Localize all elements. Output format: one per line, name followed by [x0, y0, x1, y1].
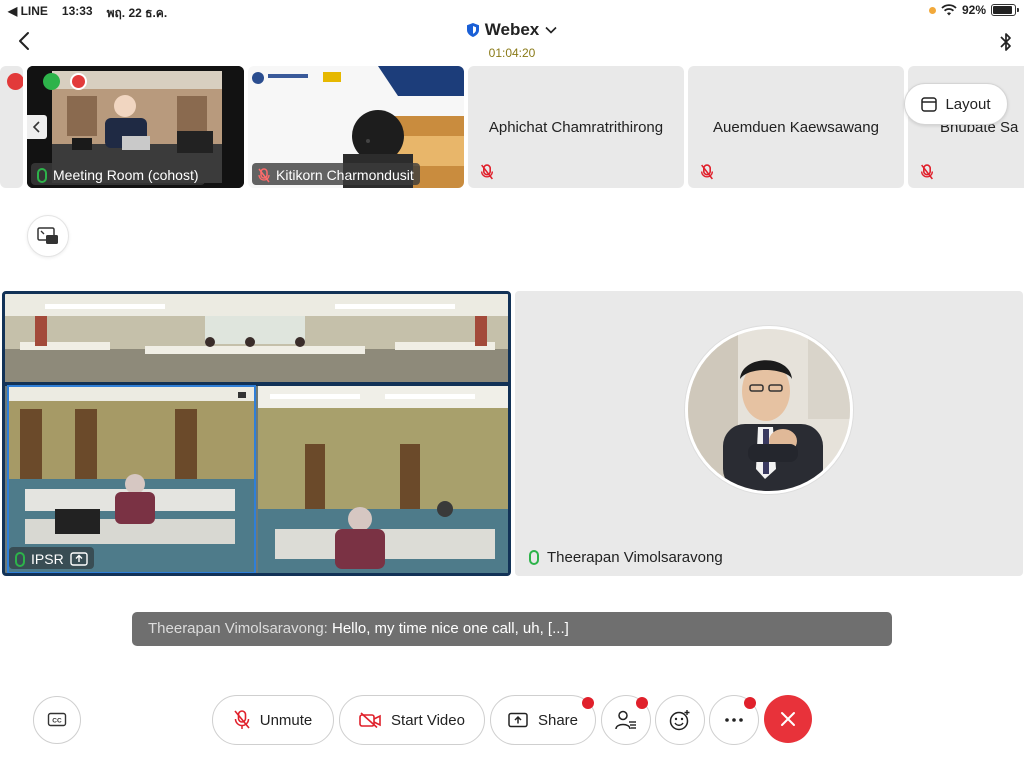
share-label: Share: [537, 711, 579, 729]
participant-label: Meeting Room (cohost): [31, 163, 205, 185]
emoji-reaction-icon: [669, 710, 690, 731]
caption-speaker: Theerapan Vimolsaravong:: [148, 620, 328, 637]
battery-icon: [991, 4, 1019, 16]
muted-mic-icon: [234, 710, 250, 729]
participant-label: Kitikorn Charmondusit: [252, 163, 420, 185]
share-notification-dot: [582, 697, 594, 709]
status-bar: ◀ LINE 13:33 พฤ. 22 ธ.ค. 92%: [0, 0, 1024, 22]
more-notification-dot: [744, 697, 756, 709]
participant-name: Aphichat Chamratrithirong: [488, 119, 664, 136]
close-icon: [781, 712, 795, 726]
meeting-header: Webex 01:04:20: [0, 20, 1024, 62]
picture-in-picture-icon: [37, 227, 58, 244]
unmute-button[interactable]: Unmute: [212, 695, 334, 745]
participant-strip[interactable]: Meeting Room (cohost) Kitikorn Charmondu…: [0, 66, 1024, 188]
chevron-left-icon: [33, 121, 40, 133]
shield-icon: [466, 23, 479, 37]
wifi-icon: [941, 4, 957, 16]
start-video-button[interactable]: Start Video: [339, 695, 485, 745]
battery-percent: 92%: [961, 3, 986, 17]
unmute-label: Unmute: [259, 711, 313, 729]
mic-in-use-indicator-icon: [928, 6, 936, 14]
recording-icon: [70, 73, 87, 90]
strip-scroll-left-button[interactable]: [27, 115, 47, 139]
bluetooth-icon[interactable]: [998, 32, 1014, 52]
speaker-label: Theerapan Vimolsaravong: [529, 549, 723, 566]
signal-stats-icon: [43, 73, 60, 90]
start-video-label: Start Video: [391, 711, 465, 729]
video-off-icon: [359, 712, 381, 728]
participant-name: Meeting Room (cohost): [53, 167, 199, 183]
muted-badge-icon: [7, 73, 23, 90]
video-tile-active-speaker[interactable]: Theerapan Vimolsaravong: [515, 291, 1023, 576]
muted-mic-icon: [920, 164, 934, 180]
participant-tile-aphichat[interactable]: Aphichat Chamratrithirong: [468, 66, 684, 188]
speaker-name: Theerapan Vimolsaravong: [547, 549, 723, 566]
chevron-down-icon: [545, 26, 557, 34]
participant-label: IPSR: [9, 547, 94, 569]
participant-name: Auemduen Kaewsawang: [713, 119, 879, 136]
layout-button[interactable]: Layout: [904, 83, 1008, 125]
svg-text:CC: CC: [52, 718, 62, 725]
speaker-photo: [688, 329, 850, 491]
closed-caption-bar: Theerapan Vimolsaravong: Hello, my time …: [132, 612, 892, 646]
closed-captions-icon: CC: [47, 712, 67, 727]
sharing-icon: [69, 552, 88, 566]
mic-on-icon: [529, 550, 539, 565]
leave-meeting-button[interactable]: [764, 695, 812, 743]
muted-mic-icon: [700, 164, 714, 180]
closed-captions-button[interactable]: CC: [33, 696, 81, 744]
ipsr-room-video: [5, 294, 508, 573]
participant-tile-auemduen[interactable]: Auemduen Kaewsawang: [688, 66, 904, 188]
mic-on-icon: [37, 167, 47, 183]
meeting-title-dropdown[interactable]: Webex: [466, 20, 558, 40]
layout-button-label: Layout: [945, 95, 991, 113]
mic-on-icon: [15, 551, 25, 567]
share-button[interactable]: Share: [490, 695, 596, 745]
participant-tile-kitikorn[interactable]: Kitikorn Charmondusit: [248, 66, 464, 188]
speaker-avatar: [685, 326, 853, 494]
participant-tile-partial[interactable]: [0, 66, 23, 188]
reactions-button[interactable]: [655, 695, 705, 745]
meeting-title: Webex: [484, 20, 540, 39]
participant-name: Kitikorn Charmondusit: [276, 167, 414, 183]
picture-in-picture-button[interactable]: [27, 215, 69, 257]
participant-tile-meeting-room[interactable]: Meeting Room (cohost): [27, 66, 244, 188]
participants-list-icon: [615, 710, 636, 730]
more-dots-icon: [725, 718, 743, 722]
muted-mic-icon: [258, 167, 270, 182]
video-tile-ipsr[interactable]: IPSR: [2, 291, 511, 576]
participant-name: IPSR: [31, 551, 64, 567]
meeting-timer: 01:04:20: [488, 46, 536, 60]
participants-notification-dot: [636, 697, 648, 709]
muted-mic-icon: [480, 164, 494, 180]
share-screen-icon: [508, 712, 528, 728]
caption-text: Hello, my time nice one call, uh, [...]: [327, 620, 569, 637]
layout-icon: [921, 96, 938, 112]
